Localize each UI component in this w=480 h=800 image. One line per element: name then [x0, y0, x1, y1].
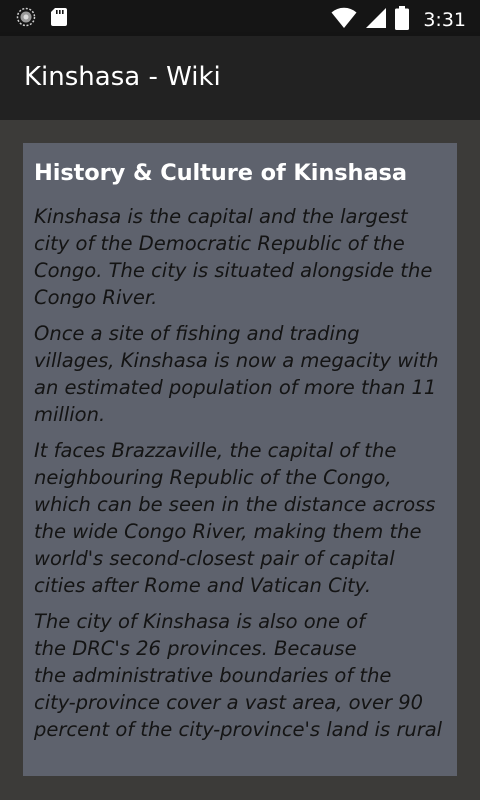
status-left-icons — [16, 7, 68, 31]
article-paragraph: It faces Brazzaville, the capital of the… — [34, 439, 436, 597]
article-paragraph: The city of Kinshasa is also one of the … — [34, 610, 443, 741]
app-title: Kinshasa - Wiki — [24, 62, 221, 92]
article-card: History & Culture of Kinshasa Kinshasa i… — [23, 143, 457, 776]
notification-icon — [16, 7, 36, 31]
article-paragraph: Kinshasa is the capital and the largest … — [34, 205, 433, 309]
app-bar: Kinshasa - Wiki — [0, 36, 480, 120]
sd-card-icon — [50, 7, 68, 31]
status-right-icons: 3:31 — [331, 6, 466, 34]
cell-signal-icon — [365, 7, 387, 33]
article-paragraph: Once a site of fishing and trading villa… — [34, 322, 439, 426]
article-title: History & Culture of Kinshasa — [34, 160, 407, 186]
status-bar: 3:31 — [0, 0, 480, 36]
content-area[interactable]: History & Culture of Kinshasa Kinshasa i… — [0, 120, 480, 800]
battery-icon — [395, 6, 410, 34]
wifi-icon — [331, 7, 357, 33]
status-time: 3:31 — [423, 9, 466, 31]
